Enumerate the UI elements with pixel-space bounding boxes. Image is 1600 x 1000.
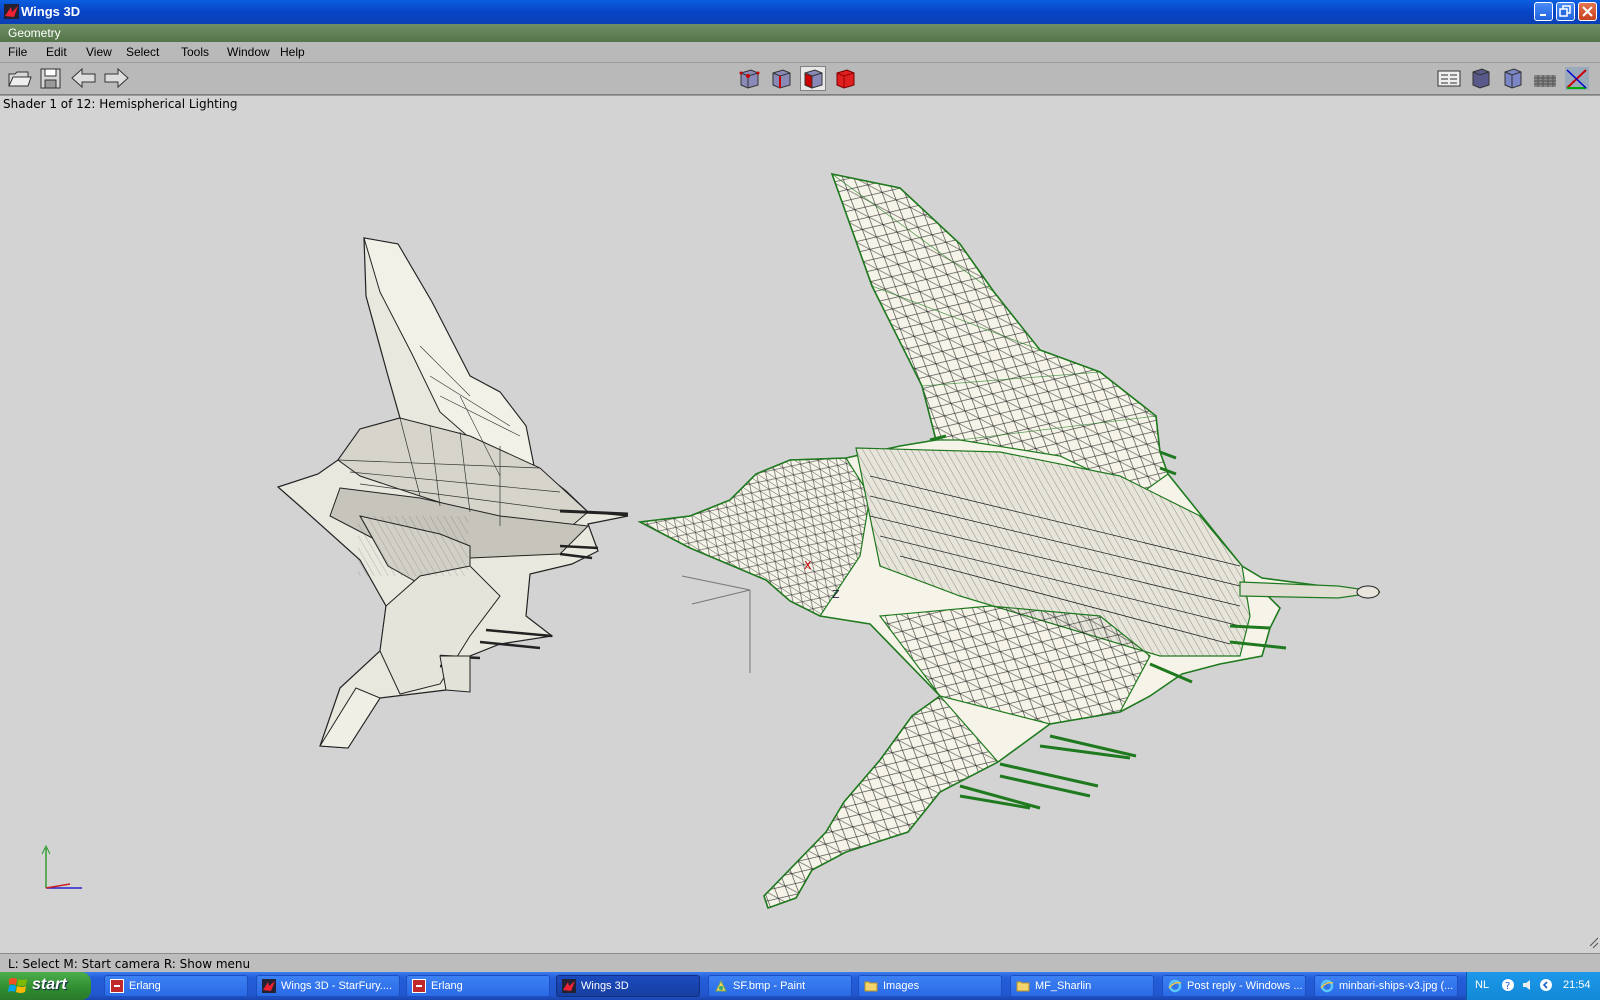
geometry-viewport[interactable]: Shader 1 of 12: Hemispherical Lighting X… — [0, 95, 1600, 954]
task-images-folder[interactable]: Images — [858, 975, 1002, 997]
task-label: Images — [883, 980, 920, 992]
task-paint[interactable]: SF.bmp - Paint — [708, 975, 852, 997]
vertex-mode-icon — [739, 69, 760, 89]
help-icon[interactable]: ? — [1501, 978, 1515, 992]
open-button[interactable] — [6, 66, 32, 91]
geometry-window-bar: Geometry — [0, 24, 1600, 42]
ie-icon — [1320, 979, 1334, 993]
start-label: start — [32, 976, 67, 993]
toolbar — [0, 63, 1600, 95]
geometry-label: Geometry — [8, 26, 61, 40]
menu-select[interactable]: Select — [126, 45, 159, 59]
close-button[interactable] — [1578, 2, 1597, 21]
task-label: SF.bmp - Paint — [733, 980, 806, 992]
folder-icon — [864, 981, 878, 992]
undo-button[interactable] — [70, 66, 96, 91]
smooth-shade-icon — [1472, 68, 1490, 89]
open-icon — [8, 71, 32, 87]
body-mode-button[interactable] — [832, 66, 858, 91]
redo-button[interactable] — [102, 66, 129, 91]
task-wings-starfury[interactable]: Wings 3D - StarFury.... — [256, 975, 400, 997]
close-icon — [1582, 6, 1593, 17]
task-erlang-2[interactable]: Erlang — [406, 975, 550, 997]
status-hint: L: Select M: Start camera R: Show menu — [8, 957, 251, 971]
right-ship-model[interactable] — [637, 172, 1381, 910]
corner-axes — [41, 844, 82, 889]
wireframe-button[interactable] — [1500, 66, 1526, 91]
task-label: Erlang — [129, 980, 161, 992]
wings-icon — [562, 979, 576, 993]
task-minbari-jpg-ie[interactable]: minbari-ships-v3.jpg (... — [1314, 975, 1458, 997]
folder-icon — [1016, 981, 1030, 992]
task-mf-sharlin-folder[interactable]: MF_Sharlin — [1010, 975, 1154, 997]
face-mode-button[interactable] — [800, 66, 826, 91]
wings-icon — [262, 979, 276, 993]
restore-icon — [1559, 5, 1571, 17]
menu-tools[interactable]: Tools — [181, 45, 209, 59]
face-mode-icon — [804, 69, 823, 89]
wireframe-icon — [1504, 68, 1522, 89]
outliner-button[interactable] — [1436, 66, 1462, 91]
task-label: Wings 3D - StarFury.... — [281, 980, 393, 992]
task-label: Post reply - Windows ... — [1187, 980, 1303, 992]
menu-view[interactable]: View — [86, 45, 112, 59]
task-wings-3d[interactable]: Wings 3D — [556, 975, 700, 997]
windows-logo-icon — [8, 978, 27, 993]
tray-expand-icon[interactable] — [1539, 978, 1553, 992]
resize-grip[interactable] — [1589, 937, 1599, 949]
window-title: Wings 3D — [21, 4, 81, 19]
ground-plane-icon — [1534, 75, 1556, 87]
minimize-button[interactable] — [1534, 2, 1553, 21]
menu-bar: File Edit View Select Tools Window Help — [0, 42, 1600, 63]
edge-mode-button[interactable] — [768, 66, 794, 91]
save-icon — [40, 68, 61, 89]
start-button[interactable]: start — [0, 972, 91, 1000]
undo-icon — [71, 67, 96, 89]
menu-file[interactable]: File — [8, 45, 27, 59]
edge-mode-icon — [772, 69, 791, 89]
outliner-icon — [1437, 70, 1461, 87]
task-label: MF_Sharlin — [1035, 980, 1092, 992]
task-label: Erlang — [431, 980, 463, 992]
svg-text:?: ? — [1505, 981, 1510, 992]
scene-canvas: X Z — [41, 172, 1599, 949]
axes-button[interactable] — [1564, 66, 1590, 91]
clock: 21:54 — [1563, 979, 1591, 991]
menu-window[interactable]: Window — [227, 45, 270, 59]
menu-help[interactable]: Help — [280, 45, 305, 59]
status-bar: L: Select M: Start camera R: Show menu — [0, 953, 1600, 973]
ie-icon — [1168, 979, 1182, 993]
task-label: minbari-ships-v3.jpg (... — [1339, 980, 1454, 992]
taskbar: start Erlang Wings 3D - StarFury.... Erl… — [0, 972, 1600, 1000]
task-post-reply-ie[interactable]: Post reply - Windows ... — [1162, 975, 1306, 997]
axis-label-x: X — [804, 559, 812, 572]
axis-label-z: Z — [832, 588, 840, 601]
left-ship-model[interactable] — [276, 237, 629, 749]
paint-icon — [715, 979, 727, 992]
system-tray: NL ? 21:54 — [1466, 972, 1600, 1000]
redo-icon — [104, 67, 129, 89]
language-indicator[interactable]: NL — [1475, 979, 1489, 991]
ground-plane-button[interactable] — [1532, 66, 1558, 91]
task-label: Wings 3D — [581, 980, 629, 992]
smooth-shade-button[interactable] — [1468, 66, 1494, 91]
erlang-icon — [110, 979, 124, 993]
menu-edit[interactable]: Edit — [46, 45, 67, 59]
task-erlang-1[interactable]: Erlang — [104, 975, 248, 997]
erlang-icon — [412, 979, 426, 993]
save-button[interactable] — [38, 66, 64, 91]
maximize-button[interactable] — [1556, 2, 1575, 21]
body-mode-icon — [836, 69, 855, 89]
wings-icon — [4, 4, 19, 19]
volume-icon[interactable] — [1521, 978, 1535, 992]
title-bar: Wings 3D — [0, 0, 1600, 24]
axes-icon — [1565, 67, 1589, 90]
minimize-icon — [1540, 14, 1546, 16]
vertex-mode-button[interactable] — [736, 66, 762, 91]
